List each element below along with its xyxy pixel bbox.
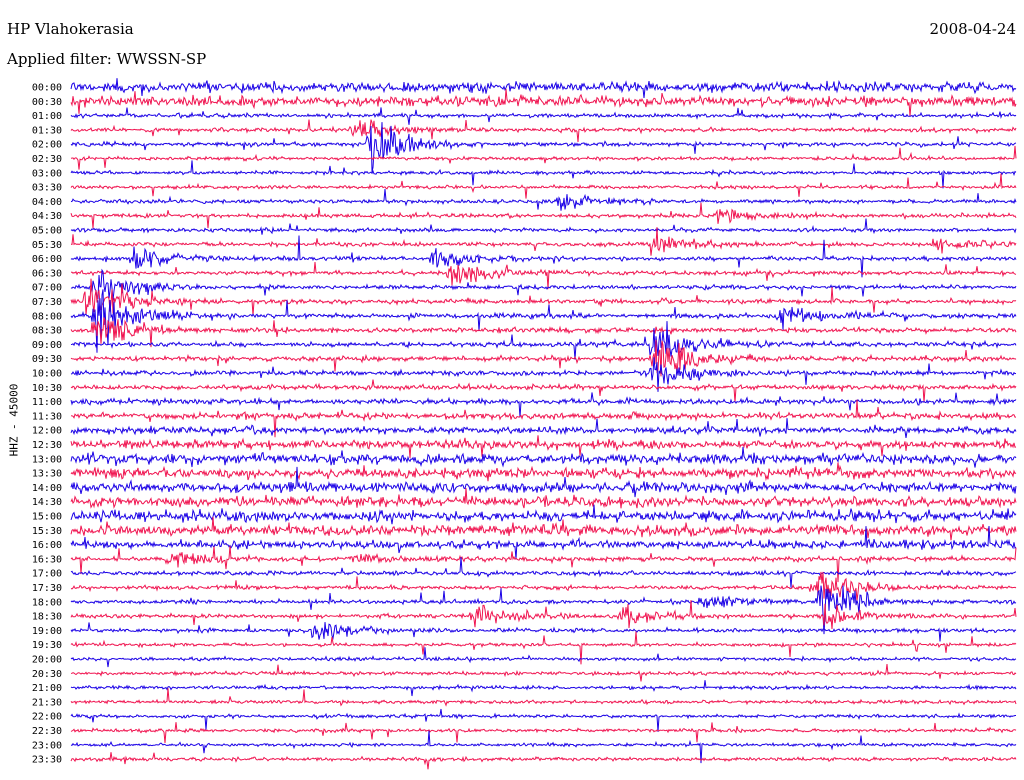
time-tick-label: 08:30 — [32, 326, 62, 337]
time-tick-label: 21:00 — [32, 683, 62, 694]
trace-line — [70, 571, 1017, 601]
trace-line — [70, 321, 1017, 360]
trace-line — [70, 585, 1017, 635]
time-tick-label: 12:30 — [32, 440, 62, 451]
trace-line — [70, 317, 1017, 348]
trace-line — [70, 462, 1017, 482]
trace-line — [70, 545, 1017, 583]
trace-line — [70, 752, 1017, 770]
trace-line — [70, 435, 1017, 459]
trace-line — [70, 202, 1017, 229]
time-tick-label: 12:00 — [32, 426, 62, 437]
trace-line — [70, 647, 1017, 668]
time-tick-label: 22:30 — [32, 726, 62, 737]
trace-line — [70, 160, 1017, 189]
trace-line — [70, 119, 1017, 142]
time-tick-label: 20:00 — [32, 655, 62, 666]
time-tick-label: 17:00 — [32, 569, 62, 580]
trace-line — [70, 680, 1017, 697]
trace-line — [70, 235, 1017, 278]
time-tick-label: 05:30 — [32, 240, 62, 251]
time-tick-label: 03:00 — [32, 168, 62, 179]
time-tick-label: 00:30 — [32, 97, 62, 108]
time-tick-label: 05:00 — [32, 226, 62, 237]
time-tick-label: 08:00 — [32, 311, 62, 322]
time-tick-label: 02:00 — [32, 140, 62, 151]
time-tick-label: 18:30 — [32, 612, 62, 623]
time-tick-label: 23:30 — [32, 755, 62, 766]
time-tick-label: 10:00 — [32, 369, 62, 380]
trace-line — [70, 145, 1017, 170]
time-tick-label: 19:30 — [32, 640, 62, 651]
time-tick-label: 04:30 — [32, 211, 62, 222]
time-tick-label: 01:30 — [32, 125, 62, 136]
trace-line — [70, 600, 1017, 630]
time-tick-label: 11:00 — [32, 397, 62, 408]
time-tick-label: 23:00 — [32, 740, 62, 751]
time-tick-label: 10:30 — [32, 383, 62, 394]
time-tick-label: 16:00 — [32, 540, 62, 551]
trace-line — [70, 268, 1017, 301]
time-tick-label: 13:00 — [32, 454, 62, 465]
time-tick-label: 14:30 — [32, 497, 62, 508]
trace-line — [70, 688, 1017, 707]
time-tick-label: 17:30 — [32, 583, 62, 594]
trace-line — [70, 218, 1017, 235]
trace-line — [70, 418, 1017, 438]
trace-line — [70, 189, 1017, 211]
time-tick-label: 09:30 — [32, 354, 62, 365]
time-tick-label: 07:30 — [32, 297, 62, 308]
time-tick-label: 15:00 — [32, 512, 62, 523]
time-tick-label: 04:00 — [32, 197, 62, 208]
time-tick-label: 20:30 — [32, 669, 62, 680]
time-tick-label: 21:30 — [32, 697, 62, 708]
time-tick-label: 16:30 — [32, 554, 62, 565]
trace-line — [70, 107, 1017, 125]
helicorder-plot: 00:00 00:30 01:00 01:30 02:00 02:30 03:00 03:30… — [32, 78, 1017, 770]
trace-line — [70, 557, 1017, 588]
trace-line — [70, 446, 1017, 468]
time-tick-label: 03:30 — [32, 183, 62, 194]
trace-line — [70, 722, 1017, 744]
trace-line — [70, 663, 1017, 682]
time-tick-label: 22:00 — [32, 712, 62, 723]
time-tick-label: 13:30 — [32, 469, 62, 480]
time-tick-label: 00:00 — [32, 83, 62, 94]
trace-line — [70, 262, 1017, 290]
trace-line — [70, 278, 1017, 316]
trace-line — [70, 488, 1017, 509]
time-tick-label: 18:00 — [32, 597, 62, 608]
time-tick-label: 11:30 — [32, 411, 62, 422]
trace-line — [70, 173, 1017, 199]
trace-line — [70, 708, 1016, 732]
time-tick-label: 14:00 — [32, 483, 62, 494]
time-tick-label: 06:30 — [32, 268, 62, 279]
time-tick-label: 02:30 — [32, 154, 62, 165]
trace-line — [70, 379, 1017, 403]
time-tick-label: 19:00 — [32, 626, 62, 637]
time-tick-label: 06:00 — [32, 254, 62, 265]
time-tick-label: 07:00 — [32, 283, 62, 294]
trace-line — [70, 339, 1017, 377]
trace-line — [70, 88, 1017, 117]
time-tick-label: 15:30 — [32, 526, 62, 537]
trace-line — [70, 392, 1017, 418]
time-tick-label: 01:00 — [32, 111, 62, 122]
time-tick-label: 09:00 — [32, 340, 62, 351]
trace-line — [70, 78, 1017, 98]
